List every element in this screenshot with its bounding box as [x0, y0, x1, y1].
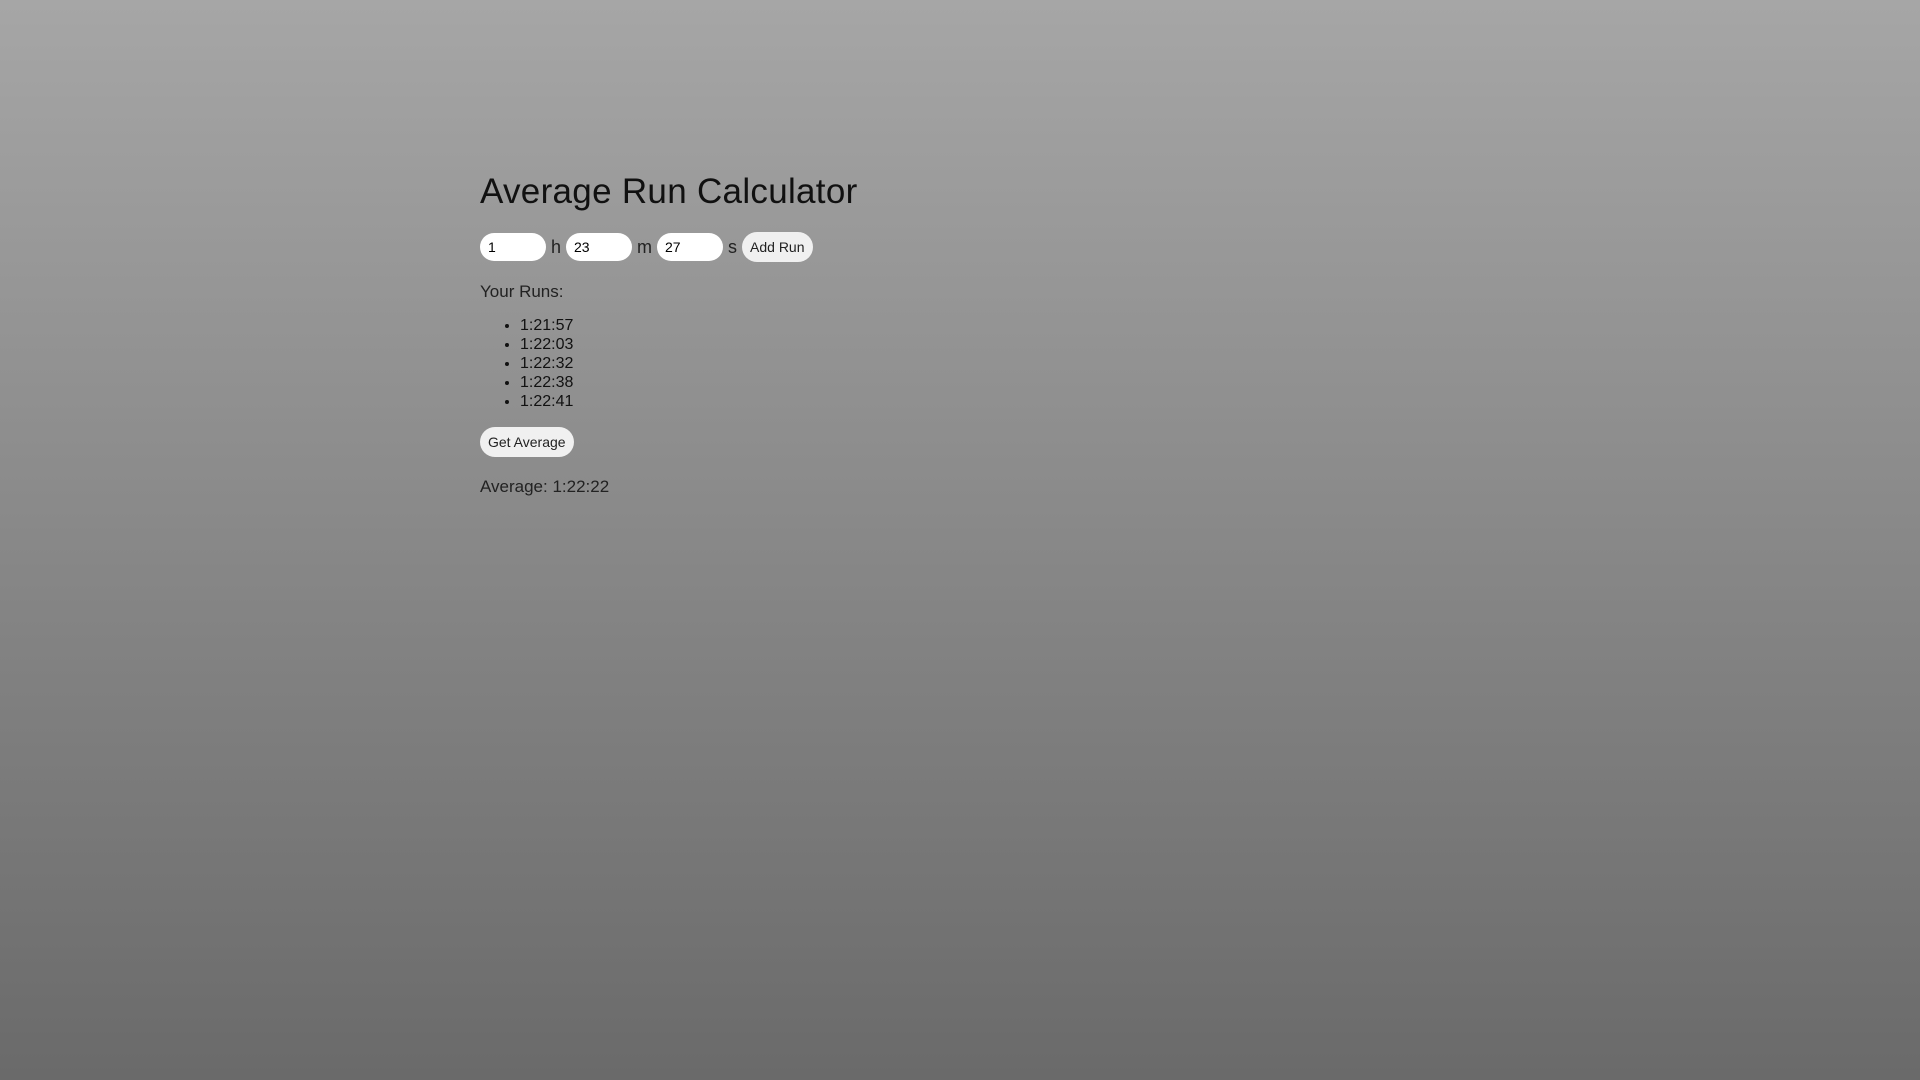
get-average-button[interactable]: Get Average: [480, 427, 574, 457]
list-item: 1:22:32: [520, 354, 858, 373]
list-item: 1:22:03: [520, 335, 858, 354]
hours-unit-label: h: [551, 236, 562, 257]
list-item: 1:22:41: [520, 392, 858, 411]
hours-input[interactable]: [480, 233, 546, 261]
calculator-container: Average Run Calculator h m s Add Run You…: [480, 168, 858, 497]
seconds-unit-label: s: [728, 236, 738, 257]
average-result: Average: 1:22:22: [480, 477, 610, 496]
seconds-input[interactable]: [657, 233, 724, 261]
runs-list: 1:21:57 1:22:03 1:22:32 1:22:38 1:22:41: [480, 316, 858, 411]
runs-label: Your Runs:: [480, 282, 564, 301]
minutes-unit-label: m: [637, 236, 653, 257]
list-item: 1:21:57: [520, 316, 858, 335]
run-input-row: h m s Add Run: [480, 232, 858, 262]
page-title: Average Run Calculator: [480, 172, 858, 211]
add-run-button[interactable]: Add Run: [742, 232, 813, 262]
minutes-input[interactable]: [566, 233, 633, 261]
list-item: 1:22:38: [520, 373, 858, 392]
